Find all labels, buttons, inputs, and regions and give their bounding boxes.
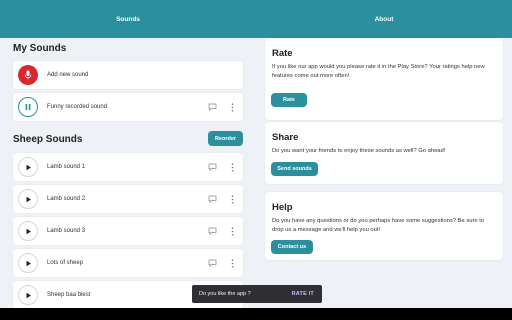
sound-row[interactable]: Lots of sheep (13, 249, 243, 277)
comment-icon[interactable] (207, 258, 217, 268)
sound-label: Lamb sound 3 (47, 228, 86, 234)
play-icon[interactable] (18, 253, 38, 273)
tab-about[interactable]: About (256, 0, 512, 38)
sound-label: Funny recorded sound (47, 104, 108, 110)
send-sounds-button[interactable]: Send sounds (271, 162, 318, 176)
share-description: Do you want your friends to enjoy these … (272, 148, 446, 154)
sound-label: Lots of sheep (47, 260, 84, 266)
more-vert-icon[interactable] (229, 102, 235, 112)
more-vert-icon[interactable] (229, 258, 235, 268)
reorder-button[interactable]: Reorder (208, 131, 243, 146)
sound-row[interactable]: Lamb sound 2 (13, 185, 243, 213)
comment-icon[interactable] (207, 102, 217, 112)
comment-icon[interactable] (207, 194, 217, 204)
rate-title: Rate (272, 48, 293, 59)
my-sounds-title: My Sounds (13, 43, 67, 54)
bottom-bar (0, 308, 512, 320)
pause-icon[interactable] (18, 97, 38, 117)
add-new-sound-row[interactable]: Add new sound (13, 61, 243, 89)
comment-icon[interactable] (207, 162, 217, 172)
funny-recorded-sound-row[interactable]: Funny recorded sound (13, 93, 243, 121)
play-icon[interactable] (18, 189, 38, 209)
sheep-sounds-title: Sheep Sounds (13, 134, 83, 145)
sound-label: Lamb sound 2 (47, 196, 86, 202)
rate-description: If you like our app would you please rat… (272, 64, 485, 79)
more-vert-icon[interactable] (229, 194, 235, 204)
help-description: Do you have any questions or do you perh… (272, 218, 485, 233)
rate-button[interactable]: Rate (271, 93, 307, 107)
more-vert-icon[interactable] (229, 162, 235, 172)
sound-row[interactable]: Lamb sound 3 (13, 217, 243, 245)
mic-icon[interactable] (18, 65, 38, 85)
more-vert-icon[interactable] (229, 226, 235, 236)
contact-us-button[interactable]: Contact us (271, 240, 313, 254)
play-icon[interactable] (18, 221, 38, 241)
rate-snackbar: Do you like the app ? RATE IT (192, 285, 322, 303)
sound-label: Add new sound (47, 72, 89, 78)
snackbar-message: Do you like the app ? (199, 291, 251, 297)
rate-it-button[interactable]: RATE IT (292, 291, 314, 297)
top-tab-bar: Sounds About (0, 0, 512, 38)
tab-sounds[interactable]: Sounds (0, 0, 256, 38)
sound-label: Lamb sound 1 (47, 164, 86, 170)
sound-row[interactable]: Lamb sound 1 (13, 153, 243, 181)
share-title: Share (272, 132, 299, 143)
rate-card: Rate If you like our app would you pleas… (265, 38, 503, 120)
play-icon[interactable] (18, 285, 38, 305)
help-title: Help (272, 202, 293, 213)
play-icon[interactable] (18, 157, 38, 177)
comment-icon[interactable] (207, 226, 217, 236)
